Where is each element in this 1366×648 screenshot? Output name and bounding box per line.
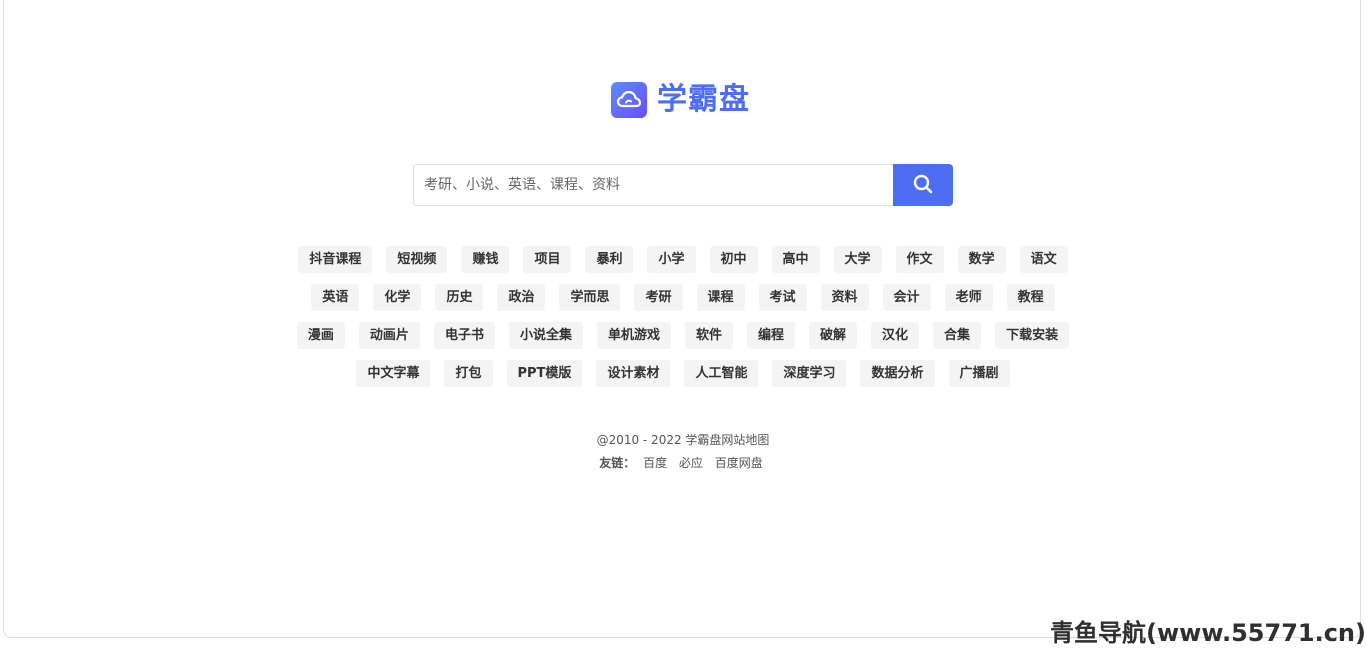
- friend-link-baidu[interactable]: 百度: [643, 456, 667, 470]
- tag-item[interactable]: 汉化: [871, 322, 919, 349]
- tag-item[interactable]: 数学: [958, 246, 1006, 273]
- hot-tags: 抖音课程 短视频 赚钱 项目 暴利 小学 初中 高中 大学 作文 数学 语文 英…: [183, 246, 1183, 398]
- cloud-icon: [611, 82, 647, 118]
- tag-item[interactable]: 考试: [759, 284, 807, 311]
- copyright-line: @2010 - 2022 学霸盘网站地图: [383, 431, 983, 451]
- tag-item[interactable]: PPT模版: [507, 360, 583, 387]
- tag-item[interactable]: 历史: [435, 284, 483, 311]
- friend-link-baidu-pan[interactable]: 百度网盘: [715, 456, 763, 470]
- tag-row: 抖音课程 短视频 赚钱 项目 暴利 小学 初中 高中 大学 作文 数学 语文: [183, 246, 1183, 273]
- search-bar: [413, 164, 953, 206]
- tag-item[interactable]: 考研: [634, 284, 682, 311]
- tag-item[interactable]: 人工智能: [684, 360, 758, 387]
- tag-item[interactable]: 老师: [945, 284, 993, 311]
- friend-links-label: 友链：: [599, 456, 635, 470]
- tag-item[interactable]: 打包: [444, 360, 492, 387]
- tag-row: 漫画 动画片 电子书 小说全集 单机游戏 软件 编程 破解 汉化 合集 下载安装: [183, 322, 1183, 349]
- tag-item[interactable]: 电子书: [434, 322, 495, 349]
- tag-item[interactable]: 漫画: [297, 322, 345, 349]
- tag-item[interactable]: 短视频: [386, 246, 447, 273]
- tag-item[interactable]: 软件: [685, 322, 733, 349]
- watermark: 青鱼导航(www.55771.cn): [1050, 613, 1366, 648]
- tag-item[interactable]: 初中: [710, 246, 758, 273]
- site-title: 学霸盘: [657, 81, 750, 118]
- tag-item[interactable]: 作文: [896, 246, 944, 273]
- tag-item[interactable]: 化学: [373, 284, 421, 311]
- friend-links: 友链： 百度 必应 百度网盘: [383, 454, 983, 474]
- tag-item[interactable]: 资料: [821, 284, 869, 311]
- brand[interactable]: 学霸盘: [611, 81, 750, 118]
- tag-item[interactable]: 英语: [311, 284, 359, 311]
- footer: @2010 - 2022 学霸盘网站地图 友链： 百度 必应 百度网盘: [383, 431, 983, 477]
- tag-item[interactable]: 下载安装: [995, 322, 1069, 349]
- tag-item[interactable]: 抖音课程: [298, 246, 372, 273]
- tag-item[interactable]: 合集: [933, 322, 981, 349]
- tag-item[interactable]: 设计素材: [596, 360, 670, 387]
- tag-item[interactable]: 深度学习: [772, 360, 846, 387]
- tag-item[interactable]: 编程: [747, 322, 795, 349]
- tag-item[interactable]: 大学: [834, 246, 882, 273]
- tag-item[interactable]: 语文: [1020, 246, 1068, 273]
- tag-row: 英语 化学 历史 政治 学而思 考研 课程 考试 资料 会计 老师 教程: [183, 284, 1183, 311]
- tag-item[interactable]: 数据分析: [860, 360, 934, 387]
- tag-item[interactable]: 赚钱: [461, 246, 509, 273]
- tag-item[interactable]: 课程: [697, 284, 745, 311]
- tag-item[interactable]: 会计: [883, 284, 931, 311]
- tag-item[interactable]: 政治: [497, 284, 545, 311]
- tag-row: 中文字幕 打包 PPT模版 设计素材 人工智能 深度学习 数据分析 广播剧: [183, 360, 1183, 387]
- tag-item[interactable]: 小学: [647, 246, 695, 273]
- tag-item[interactable]: 教程: [1007, 284, 1055, 311]
- sitemap-link[interactable]: @2010 - 2022 学霸盘网站地图: [597, 433, 770, 447]
- tag-item[interactable]: 学而思: [559, 284, 620, 311]
- tag-item[interactable]: 破解: [809, 322, 857, 349]
- tag-item[interactable]: 单机游戏: [597, 322, 671, 349]
- tag-item[interactable]: 中文字幕: [356, 360, 430, 387]
- search-button[interactable]: [893, 164, 953, 206]
- friend-link-bing[interactable]: 必应: [679, 456, 703, 470]
- tag-item[interactable]: 暴利: [585, 246, 633, 273]
- tag-item[interactable]: 动画片: [359, 322, 420, 349]
- tag-item[interactable]: 小说全集: [509, 322, 583, 349]
- search-icon: [912, 173, 934, 198]
- tag-item[interactable]: 项目: [523, 246, 571, 273]
- search-input[interactable]: [413, 164, 893, 206]
- tag-item[interactable]: 高中: [772, 246, 820, 273]
- tag-item[interactable]: 广播剧: [949, 360, 1010, 387]
